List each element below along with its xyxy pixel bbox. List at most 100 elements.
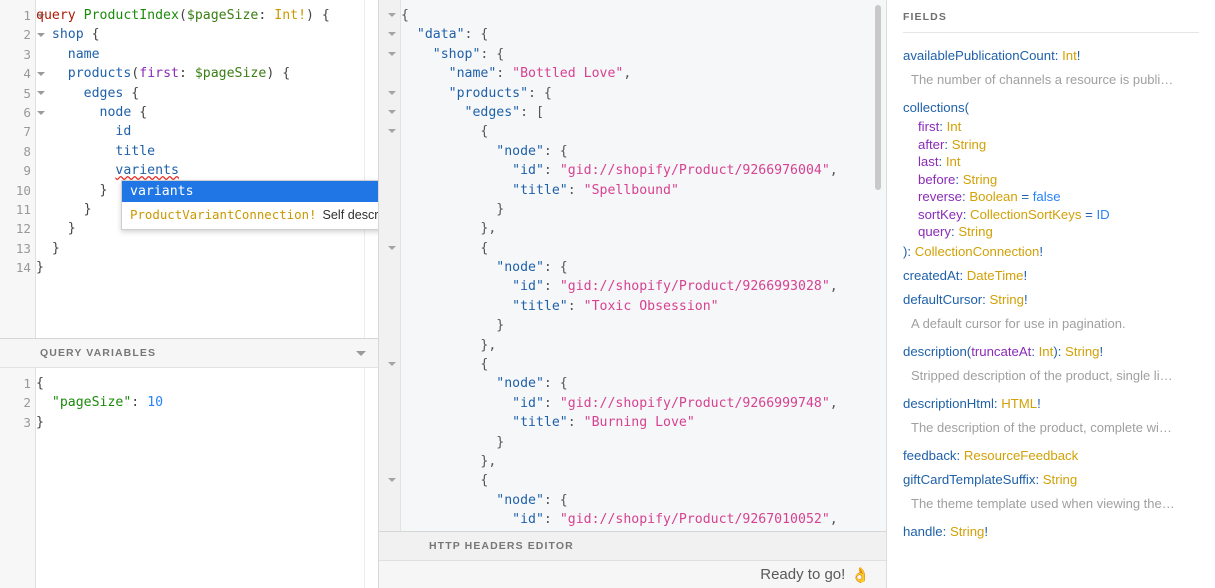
docs-field-entry[interactable]: availablePublicationCount: Int! — [903, 42, 1199, 66]
docs-field-return-type[interactable]: ): CollectionConnection! — [903, 242, 1199, 262]
fold-arrow-icon[interactable] — [388, 109, 396, 114]
code-token: "id" — [512, 512, 544, 528]
query-variables-bar[interactable]: QUERY VARIABLES — [0, 338, 378, 368]
code-token: $pageSize — [186, 8, 259, 23]
docs-field-entry[interactable]: description(truncateAt: Int): String! — [903, 338, 1199, 362]
response-scrollbar[interactable] — [872, 0, 884, 531]
code-token: }, — [401, 221, 497, 237]
docs-field-entry[interactable]: giftCardTemplateSuffix: String — [903, 466, 1199, 490]
code-token: { — [401, 473, 489, 489]
fold-arrow-icon[interactable] — [388, 362, 396, 367]
code-token: { — [401, 357, 489, 373]
query-scrollbar[interactable] — [364, 0, 378, 338]
variables-codemirror[interactable]: 1 2 3 { "pageSize": 10} — [0, 368, 378, 588]
docs-field-entry[interactable]: createdAt: DateTime! — [903, 262, 1199, 286]
query-code[interactable]: query ProductIndex($pageSize: Int!) { sh… — [36, 0, 364, 338]
code-token: : — [939, 119, 947, 134]
code-line: id — [36, 122, 364, 141]
fold-arrow-icon[interactable] — [388, 13, 396, 17]
line-number: 3 — [23, 46, 31, 62]
docs-field-arguments: first: Int after: String last: Int before: … — [903, 118, 1199, 242]
response-scroll-thumb[interactable] — [875, 5, 881, 190]
docs-field-entry[interactable]: descriptionHtml: HTML! — [903, 390, 1199, 414]
code-token: ! — [1023, 291, 1028, 307]
response-line: "title": "Toxic Obsession" — [401, 297, 872, 316]
code-token: : — [944, 136, 952, 152]
code-token: Int — [945, 154, 961, 169]
code-token: after — [918, 136, 945, 152]
http-headers-editor-bar[interactable]: HTTP HEADERS EDITOR — [379, 531, 886, 561]
docs-field-description: A default cursor for use in pagination. — [911, 315, 1126, 331]
code-token: CollectionConnection — [914, 243, 1040, 259]
code-token: "node" — [496, 143, 544, 159]
code-token: { — [83, 27, 100, 43]
docs-field-description: The description of the product, complete… — [911, 419, 1172, 435]
fold-arrow-icon[interactable] — [388, 478, 396, 483]
query-variables-pane[interactable]: 1 2 3 { "pageSize": 10} — [0, 368, 378, 588]
code-token: "id" — [512, 163, 544, 179]
response-gutter-row — [379, 200, 400, 219]
response-json: { "data": { "shop": { "name": "Bottled L… — [401, 0, 872, 531]
code-token: : — [1054, 48, 1063, 63]
autocomplete-item-variants[interactable]: variants — [122, 181, 378, 202]
autocomplete-description: Self descriptive. — [322, 208, 379, 222]
code-token: "title" — [512, 415, 568, 431]
code-line: title — [36, 142, 364, 161]
response-line: "title": "Spellbound" — [401, 181, 872, 200]
code-token: ) { — [306, 8, 330, 23]
docs-field-entry[interactable]: collections( — [903, 94, 1199, 118]
code-token: String — [1065, 343, 1100, 359]
docs-argument[interactable]: first: Int — [903, 118, 1199, 136]
code-token: : — [1035, 471, 1043, 487]
query-codemirror[interactable]: 1 2 3 4 5 6 7 8 9 10 11 12 13 14 query ProductIndex($… — [0, 0, 378, 338]
code-token: "title" — [512, 182, 568, 198]
response-gutter-row — [379, 219, 400, 238]
docs-argument[interactable]: reverse: Boolean = false — [903, 188, 1199, 206]
docs-argument[interactable]: after: String — [903, 136, 1199, 154]
code-token: "gid://shopify/Product/9267010052" — [559, 512, 830, 528]
docs-field-list[interactable]: availablePublicationCount: Int! The numbe… — [903, 33, 1199, 542]
variables-scrollbar[interactable] — [364, 368, 378, 588]
code-token: : — [962, 206, 971, 222]
docs-argument[interactable]: last: Int — [903, 153, 1199, 171]
docs-field-entry[interactable]: handle: String! — [903, 518, 1199, 542]
docs-column[interactable]: FIELDS availablePublicationCount: Int! Th… — [886, 0, 1215, 588]
code-token: ! — [1037, 395, 1041, 411]
docs-field-entry[interactable]: feedback: ResourceFeedback — [903, 442, 1199, 466]
code-token: { — [36, 376, 44, 391]
docs-argument[interactable]: sortKey: CollectionSortKeys = ID — [903, 206, 1199, 224]
docs-argument[interactable]: before: String — [903, 171, 1199, 189]
fold-arrow-icon[interactable] — [388, 51, 396, 56]
fold-arrow-icon[interactable] — [388, 90, 396, 95]
code-token: ResourceFeedback — [963, 447, 1079, 463]
response-line: { — [401, 6, 872, 25]
code-token: "name" — [448, 66, 497, 82]
graphiql-app: 1 2 3 4 5 6 7 8 9 10 11 12 13 14 query ProductIndex($… — [0, 0, 1215, 588]
autocomplete-popup[interactable]: variants ProductVariantConnection! Self d… — [121, 180, 378, 230]
code-token: id — [115, 124, 132, 140]
code-token: } — [36, 240, 60, 256]
code-token: String — [958, 224, 993, 239]
fold-arrow-icon[interactable] — [388, 129, 396, 134]
variables-code[interactable]: { "pageSize": 10} — [36, 368, 364, 588]
code-token: giftCardTemplateSuffix — [903, 471, 1036, 487]
response-line: "node": { — [401, 491, 872, 510]
code-token: shop — [51, 27, 84, 43]
code-token: : — [543, 163, 560, 179]
code-token: } — [36, 201, 92, 217]
response-pane[interactable]: { "data": { "shop": { "name": "Bottled L… — [379, 0, 886, 531]
chevron-down-icon[interactable] — [356, 351, 366, 356]
docs-argument[interactable]: query: String — [903, 223, 1199, 241]
fold-arrow-icon[interactable] — [388, 245, 396, 250]
fold-arrow-icon[interactable] — [388, 32, 396, 37]
query-variables-title: QUERY VARIABLES — [40, 347, 157, 359]
code-token: }, — [401, 337, 497, 353]
docs-field-entry[interactable]: defaultCursor: String! — [903, 286, 1199, 310]
code-token: : { — [543, 376, 568, 392]
code-token: "id" — [512, 279, 544, 295]
response-line: } — [401, 200, 872, 219]
query-editor-pane[interactable]: 1 2 3 4 5 6 7 8 9 10 11 12 13 14 query ProductIndex($… — [0, 0, 378, 338]
